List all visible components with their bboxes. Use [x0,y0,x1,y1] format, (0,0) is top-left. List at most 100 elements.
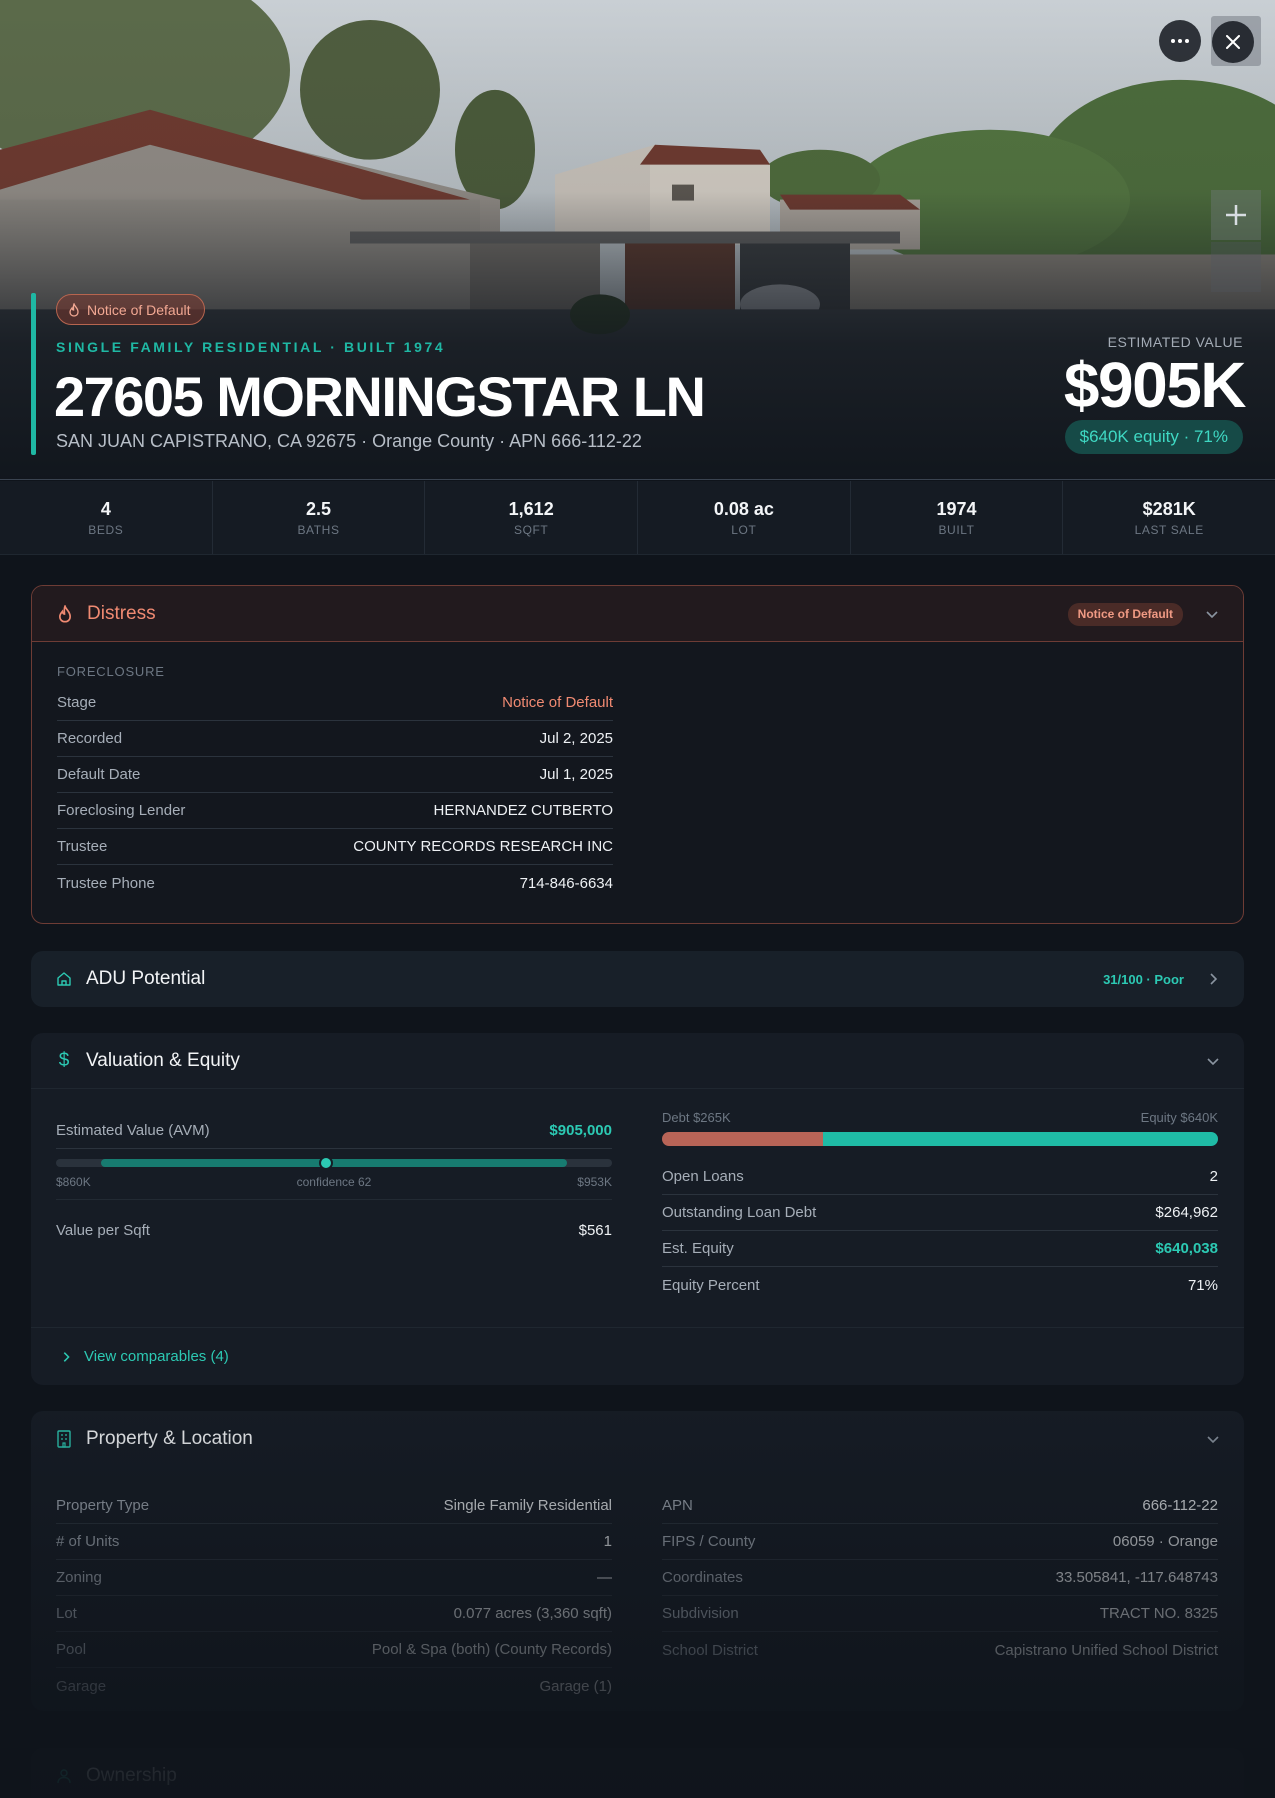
estimated-value: $905K [1063,349,1247,421]
row-label: Pool [56,1641,87,1658]
adu-title: ADU Potential [86,968,206,989]
avm-range-bar [101,1159,567,1167]
stat-baths: 2.5 BATHS [213,481,426,554]
dollar-icon: $ [58,1049,70,1071]
row-value: 714-846-6634 [519,874,613,892]
table-row: Subdivision TRACT NO. 8325 [662,1596,1218,1632]
avm-estimate-marker [319,1156,334,1170]
table-row: Est. Equity $640,038 [662,1231,1218,1267]
stat-label: BEDS [88,522,124,537]
row-value: 33.505841, -117.648743 [1055,1569,1218,1586]
row-label: Zoning [56,1569,102,1586]
row-label: Open Loans [662,1168,744,1185]
hero: Notice of Default SINGLE FAMILY RESIDENT… [0,0,1275,480]
close-icon [1226,35,1240,49]
chevron-down-icon[interactable] [1206,1432,1220,1446]
stat-value: 1974 [936,498,977,519]
view-comparables-link[interactable]: View comparables (4) [31,1327,1244,1385]
distress-badge: Notice of Default [1067,602,1183,626]
range-high: $953K [577,1175,612,1189]
property-address-title: 27605 MORNINGSTAR LN [54,365,706,428]
chevron-down-icon[interactable] [1205,607,1219,621]
table-row: Property Type Single Family Residential [56,1488,612,1524]
row-label: Value per Sqft [56,1221,150,1239]
stat-value: 0.08 ac [713,498,774,519]
stat-label: LOT [731,522,757,537]
home-icon [57,972,71,986]
distress-status-badge: Notice of Default [56,294,205,325]
zoom-out-button[interactable] [1211,242,1261,292]
property-subtitle: SINGLE FAMILY RESIDENTIAL · BUILT 1974 [56,339,446,355]
table-row: Open Loans 2 [662,1159,1218,1195]
valuation-section: $ Valuation & Equity Estimated Value (AV… [31,1033,1244,1385]
row-label: Recorded [57,730,123,747]
property-header[interactable]: Property & Location [31,1411,1244,1467]
row-label: Subdivision [662,1605,739,1622]
adu-potential-section[interactable]: ADU Potential 31/100 · Poor [31,951,1244,1007]
valuation-header[interactable]: $ Valuation & Equity [31,1033,1244,1089]
row-value: Pool & Spa (both) (County Records) [371,1641,612,1658]
table-row: Pool Pool & Spa (both) (County Records) [56,1632,612,1668]
row-label: Foreclosing Lender [57,802,186,819]
row-label: Trustee Phone [57,874,155,892]
row-label: Property Type [56,1497,150,1514]
more-options-button[interactable] [1159,20,1201,62]
row-label: Lot [56,1605,77,1622]
distress-header[interactable]: Distress Notice of Default [32,586,1243,642]
table-row: Recorded Jul 2, 2025 [57,721,613,757]
ownership-header[interactable]: Ownership [31,1748,1244,1798]
hero-accent-bar [31,293,36,455]
avm-range-track [56,1156,612,1170]
stat-value: 4 [100,498,111,519]
stat-value: 1,612 [508,498,554,519]
flame-icon [59,604,71,623]
row-value: COUNTY RECORDS RESEARCH INC [353,838,613,855]
row-label: Trustee [57,838,108,855]
stat-last-sale: $281K LAST SALE [1063,481,1275,554]
property-location-section: Property & Location Property Type Single… [31,1411,1244,1711]
row-label: Stage [57,694,97,711]
row-value: $905,000 [549,1122,612,1139]
row-value: $640,038 [1155,1240,1218,1257]
ownership-title: Ownership [86,1765,177,1786]
close-button[interactable] [1212,21,1254,63]
row-label: APN [662,1497,693,1514]
row-label: Estimated Value (AVM) [56,1122,210,1139]
debt-equity-labels: Debt $265K Equity $640K [662,1110,1218,1125]
table-row: Outstanding Loan Debt $264,962 [662,1195,1218,1231]
table-row: School District Capistrano Unified Schoo… [662,1632,1218,1668]
stat-beds: 4 BEDS [0,481,213,554]
adu-header[interactable]: ADU Potential 31/100 · Poor [31,951,1244,1007]
user-icon [57,1769,71,1784]
table-row: Coordinates 33.505841, -117.648743 [662,1560,1218,1596]
flame-icon [69,302,79,317]
table-row: Foreclosing Lender HERNANDEZ CUTBERTO [57,793,613,829]
chevron-down-icon[interactable] [1206,1054,1220,1068]
table-row: Trustee Phone 714-846-6634 [57,865,613,901]
zoom-in-button[interactable] [1211,190,1261,240]
row-value: Single Family Residential [443,1497,612,1514]
debt-label: Debt $265K [662,1110,731,1125]
value-per-sqft-row: Value per Sqft $561 [56,1212,612,1248]
chevron-right-icon[interactable] [1206,972,1220,986]
equity-column: Debt $265K Equity $640K Open Loans 2 Out… [662,1110,1218,1303]
distress-title: Distress [87,602,156,624]
row-value: Garage (1) [539,1677,612,1695]
avm-row: Estimated Value (AVM) $905,000 [56,1113,612,1149]
table-row: Equity Percent 71% [662,1267,1218,1303]
property-table-right: APN 666-112-22 FIPS / County 06059 · Ora… [662,1488,1218,1668]
stat-sqft: 1,612 SQFT [425,481,639,554]
row-value: 2 [1209,1168,1218,1185]
avm-range-labels: $860K confidence 62 $953K [56,1175,612,1189]
building-icon [57,1430,71,1448]
row-value: Notice of Default [502,694,613,711]
table-row: Default Date Jul 1, 2025 [57,757,613,793]
table-row: Zoning — [56,1560,612,1596]
foreclosure-table: Stage Notice of Default Recorded Jul 2, … [57,685,613,901]
distress-status-text: Notice of Default [87,301,191,318]
row-value: $561 [578,1221,612,1239]
equity-portion [823,1132,1218,1146]
equity-pill: $640K equity · 71% [1064,420,1243,454]
table-row: Garage Garage (1) [56,1668,612,1704]
valuation-title: Valuation & Equity [86,1049,240,1071]
